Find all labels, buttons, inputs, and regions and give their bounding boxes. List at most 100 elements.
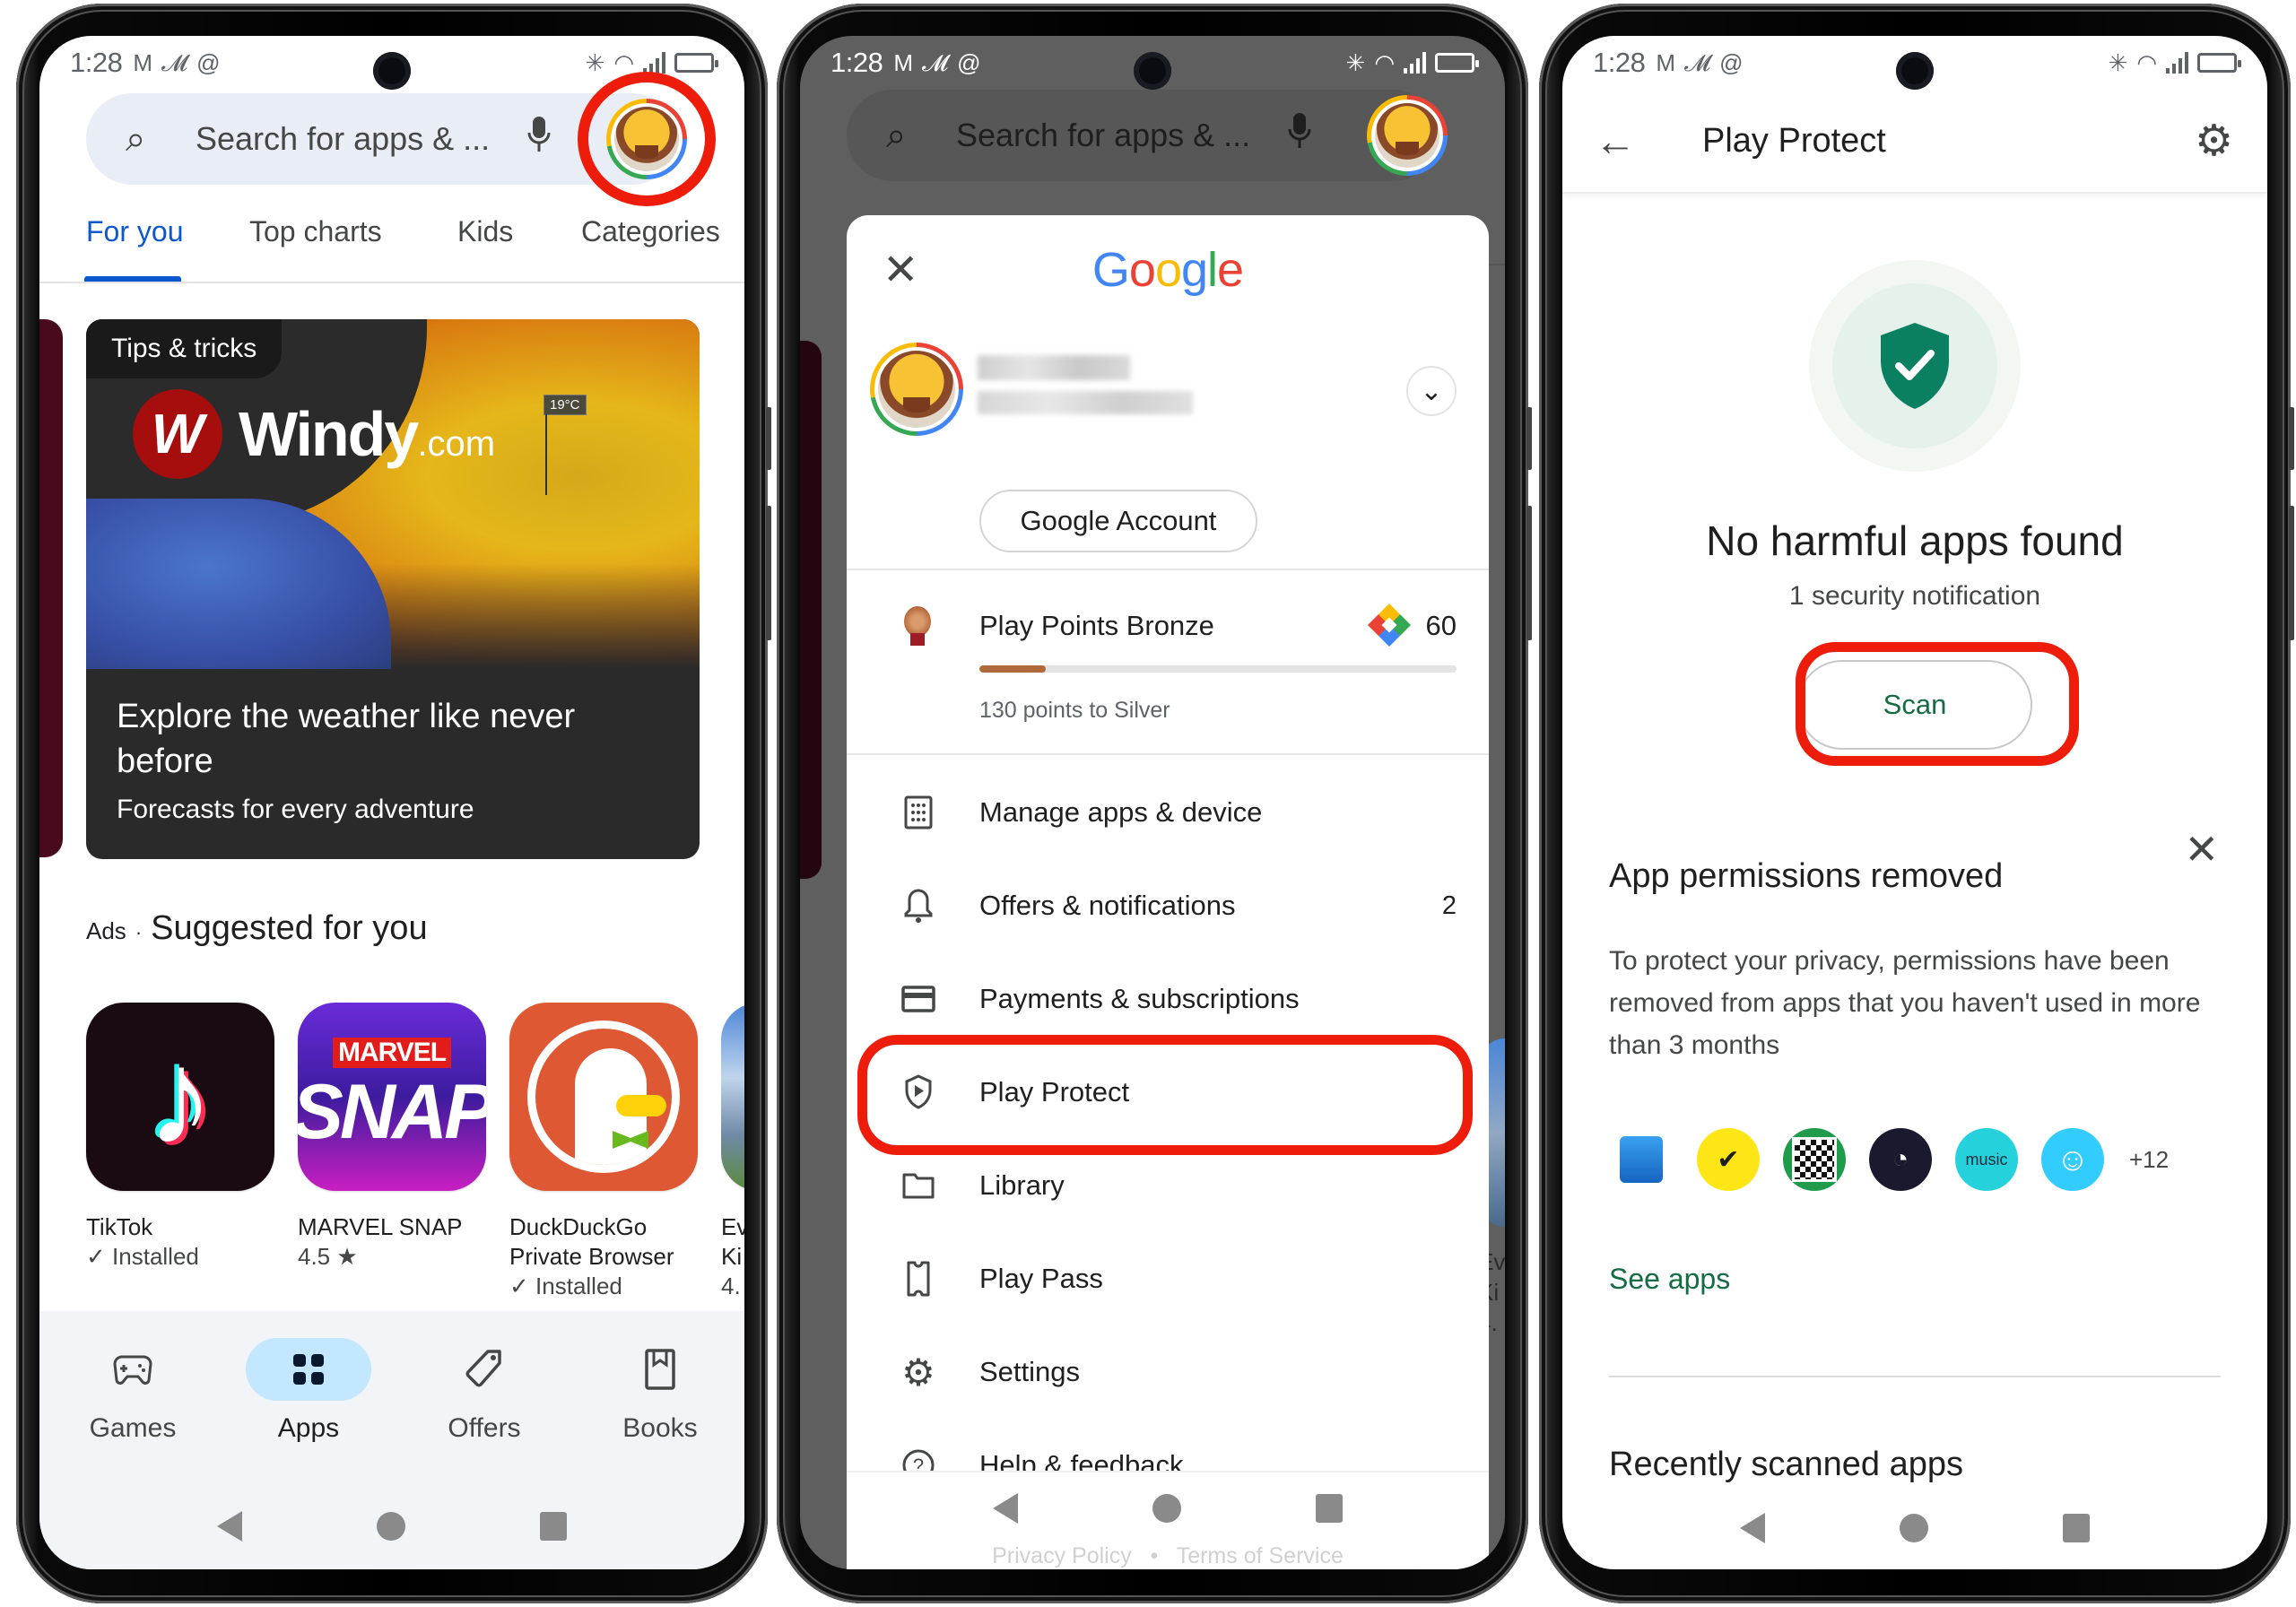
- app-tile-marvel-snap[interactable]: MARVEL SNAP MARVEL SNAP 4.5 ★: [298, 1003, 488, 1272]
- bluetooth-icon: ✳: [1345, 49, 1366, 76]
- status-time: 1:28: [831, 47, 883, 78]
- app-name: DuckDuckGo Private Browser: [509, 1213, 674, 1270]
- nav-books[interactable]: Books: [597, 1338, 723, 1444]
- account-name-redacted: [978, 355, 1130, 380]
- tag-icon: [465, 1350, 501, 1387]
- sheet-footer: Privacy Policy • Terms of Service: [847, 1471, 1489, 1569]
- volume-button: [766, 407, 771, 470]
- top-tabs: For you Top charts Kids Categories: [39, 215, 744, 280]
- app-bar: ← Play Protect ⚙: [1562, 90, 2267, 194]
- search-bar-dimmed: ⌕ Search for apps & ...: [847, 90, 1439, 181]
- recents-nav-icon[interactable]: [540, 1512, 567, 1541]
- app-tile-partial[interactable]: Ev Ki 4.: [721, 1003, 744, 1301]
- gear-icon: ⚙: [901, 1351, 935, 1394]
- menu-settings[interactable]: ⚙ Settings: [847, 1325, 1489, 1419]
- installed-icon: ✓: [86, 1243, 106, 1270]
- tab-kids[interactable]: Kids: [457, 215, 513, 248]
- app-tile-duckduckgo[interactable]: DuckDuckGo Private Browser ✓ Installed: [509, 1003, 700, 1301]
- front-camera: [1896, 52, 1934, 90]
- menu-library[interactable]: Library: [847, 1139, 1489, 1232]
- at-sign-icon: @: [1719, 49, 1744, 76]
- menu-label: Payments & subscriptions: [979, 983, 1300, 1014]
- power-button: [2289, 506, 2294, 640]
- gmail-icon: M: [133, 49, 153, 76]
- temperature-readout: 19°C: [544, 395, 587, 415]
- home-nav-icon[interactable]: [1152, 1494, 1181, 1523]
- menu-payments[interactable]: Payments & subscriptions: [847, 952, 1489, 1046]
- bronze-medal-icon: [904, 606, 931, 647]
- menu-offers-notifications[interactable]: Offers & notifications 2: [847, 859, 1489, 952]
- previous-card-peek[interactable]: [39, 319, 63, 857]
- system-navigation: [39, 1499, 744, 1553]
- screen: 1:28 M 𝓜 @ ✳ ◠ ← Play Protect ⚙ No harmf…: [1562, 36, 2267, 1569]
- feature-subtitle: Forecasts for every adventure: [117, 795, 474, 824]
- search-input[interactable]: Search for apps & ...: [196, 120, 490, 158]
- recently-scanned-title: Recently scanned apps: [1609, 1446, 1964, 1483]
- tab-categories[interactable]: Categories: [581, 215, 720, 248]
- gear-icon[interactable]: ⚙: [2195, 116, 2233, 166]
- menu-play-protect[interactable]: Play Protect: [847, 1046, 1489, 1139]
- search-icon: ⌕: [126, 118, 146, 159]
- microphone-icon[interactable]: [527, 117, 551, 152]
- back-nav-icon[interactable]: [993, 1493, 1018, 1524]
- battery-charging-icon: [2197, 53, 2241, 73]
- see-apps-link[interactable]: See apps: [1609, 1263, 1730, 1296]
- back-nav-icon[interactable]: [217, 1511, 242, 1542]
- tab-for-you[interactable]: For you: [86, 215, 183, 248]
- recents-nav-icon[interactable]: [2063, 1514, 2090, 1542]
- gamepad-icon: [113, 1355, 152, 1385]
- windy-logo-icon: W: [133, 389, 222, 479]
- app-meta-text: Installed: [112, 1243, 199, 1270]
- ticket-icon: [907, 1261, 930, 1297]
- phone-frame-account-menu: 1:28 M 𝓜 @ ✳ ◠ ⌕ Search for apps & ... s…: [777, 4, 1532, 1603]
- menu-play-pass[interactable]: Play Pass: [847, 1232, 1489, 1325]
- duckduckgo-app-icon: [509, 1003, 698, 1191]
- menu-label: Play Protect: [979, 1076, 1130, 1108]
- permissions-card-title: App permissions removed: [1609, 857, 2004, 895]
- privacy-policy-link[interactable]: Privacy Policy: [992, 1543, 1132, 1568]
- installed-icon: ✓: [509, 1273, 529, 1299]
- footer-links: Privacy Policy • Terms of Service: [847, 1543, 1489, 1569]
- tab-top-charts[interactable]: Top charts: [249, 215, 382, 248]
- play-points-row[interactable]: Play Points Bronze 60: [847, 601, 1489, 655]
- back-nav-icon[interactable]: [1740, 1513, 1765, 1543]
- wifi-icon: ◠: [1374, 49, 1395, 76]
- signal-icon: [2166, 52, 2188, 74]
- app-tile-tiktok[interactable]: ♪ TikTok ✓ Installed: [86, 1003, 276, 1272]
- search-icon: ⌕: [886, 115, 907, 155]
- chevron-down-icon[interactable]: ⌄: [1406, 366, 1457, 416]
- back-arrow-icon[interactable]: ←: [1595, 117, 1636, 165]
- play-points-progress-fill: [979, 665, 1047, 673]
- tabs-divider: [39, 282, 744, 283]
- menu-manage-apps[interactable]: Manage apps & device: [847, 766, 1489, 859]
- terms-link[interactable]: Terms of Service: [1177, 1543, 1344, 1568]
- system-navigation: [1562, 1501, 2267, 1555]
- feature-headline: Explore the weather like never before: [117, 698, 576, 780]
- menu-label: Offers & notifications: [979, 890, 1236, 921]
- separator: •: [1150, 1543, 1159, 1568]
- nav-offers[interactable]: Offers: [422, 1338, 547, 1444]
- app-name: MARVEL SNAP: [298, 1213, 463, 1240]
- divider: [1609, 1376, 2221, 1377]
- scan-button[interactable]: Scan: [1797, 660, 2032, 750]
- home-nav-icon[interactable]: [1900, 1514, 1928, 1542]
- bluetooth-icon: ✳: [2108, 49, 2128, 76]
- bluetooth-icon: ✳: [585, 49, 605, 76]
- suggested-section-header: Ads · Suggested for you: [86, 909, 428, 948]
- close-icon[interactable]: ✕: [2184, 825, 2219, 873]
- security-notification-count[interactable]: 1 security notification: [1562, 581, 2267, 612]
- grid-icon: [904, 795, 933, 830]
- feature-card-windy[interactable]: Tips & tricks W Windy.com 19°C Explore t…: [86, 319, 700, 859]
- app-rating: 4.: [721, 1273, 741, 1299]
- tiktok-app-icon: ♪: [86, 1003, 274, 1191]
- google-logo: Google: [1091, 243, 1244, 297]
- nav-label: Books: [622, 1413, 698, 1443]
- recents-nav-icon[interactable]: [1316, 1494, 1343, 1523]
- search-input: Search for apps & ...: [956, 117, 1251, 153]
- nav-games[interactable]: Games: [70, 1338, 196, 1444]
- status-time: 1:28: [1593, 47, 1646, 78]
- partial-app-icon: [721, 1003, 744, 1191]
- nav-apps[interactable]: Apps: [246, 1338, 371, 1444]
- google-account-button[interactable]: Google Account: [979, 490, 1257, 552]
- home-nav-icon[interactable]: [377, 1512, 405, 1541]
